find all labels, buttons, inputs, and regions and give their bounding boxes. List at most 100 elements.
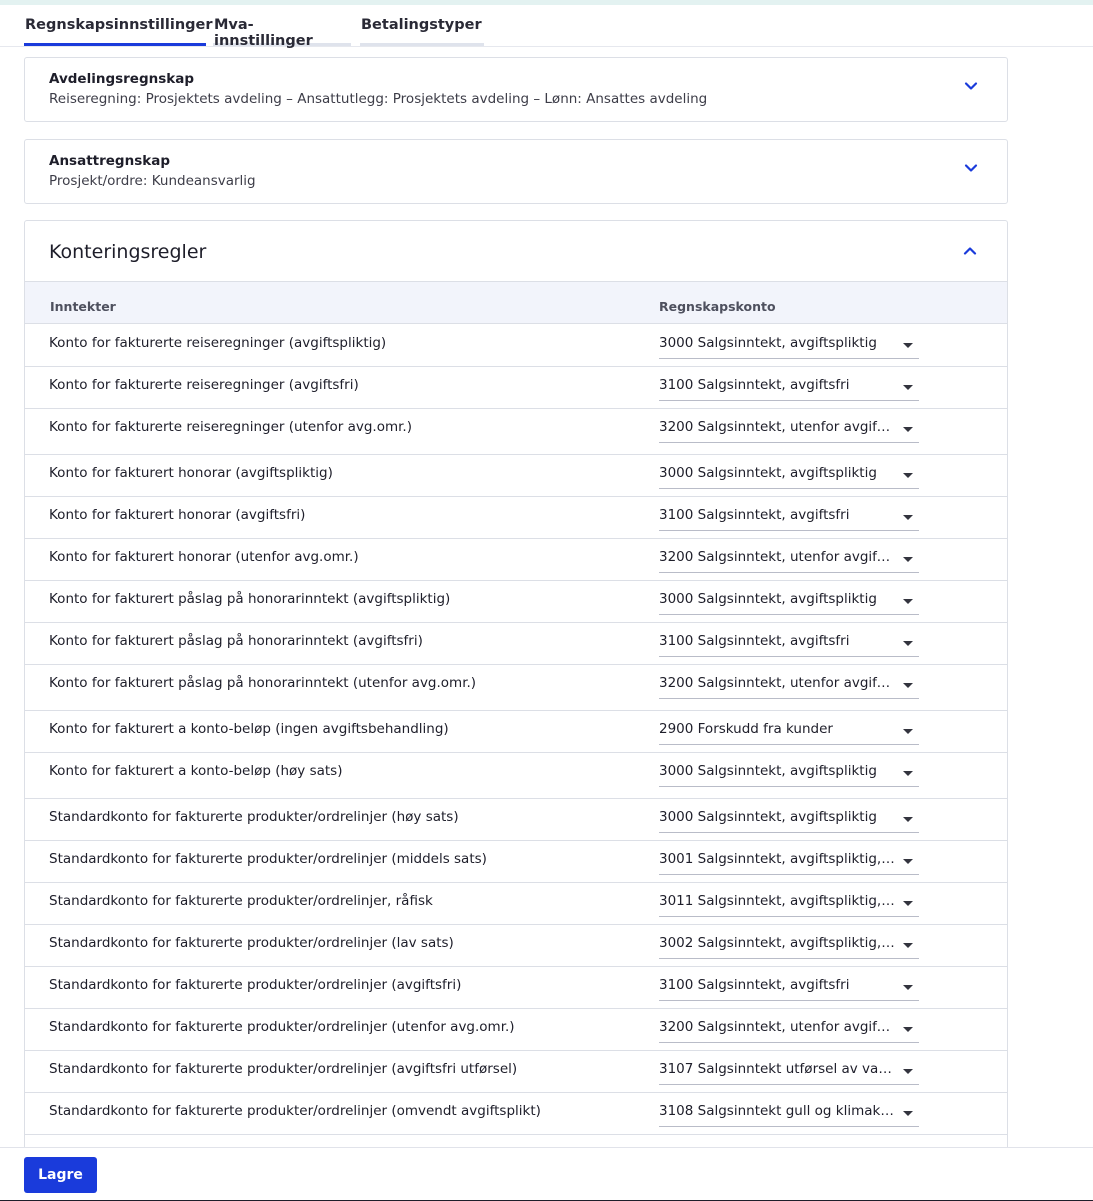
tab-label: Mva-innstillinger (214, 17, 313, 49)
chevron-up-icon[interactable] (962, 243, 978, 259)
account-select[interactable]: 2900 Forskudd fra kunder (659, 719, 919, 745)
table-row: Konto for fakturert honorar (avgiftsplik… (25, 455, 1007, 497)
account-select-value: 3000 Salgsinntekt, avgiftspliktig (659, 335, 877, 351)
table-row: Konto for fakturerte reiseregninger (avg… (25, 325, 1007, 367)
account-select-value: 3011 Salgsinntekt, avgiftspliktig, råfis… (659, 893, 895, 909)
card-summary: Reiseregning: Prosjektets avdeling – Ans… (49, 91, 708, 107)
account-select-value: 3100 Salgsinntekt, avgiftsfri (659, 507, 850, 523)
account-select-value: 3002 Salgsinntekt, avgiftspliktig, lav s… (659, 935, 895, 951)
account-select-value: 3107 Salgsinntekt utførsel av varer og t… (659, 1061, 895, 1077)
caret-down-icon[interactable] (903, 817, 913, 822)
account-select-value: 3200 Salgsinntekt, utenfor avgiftsområde… (659, 1019, 895, 1035)
caret-down-icon[interactable] (903, 385, 913, 390)
table-row: Konto for fakturert honorar (avgiftsfri)… (25, 497, 1007, 539)
row-label: Standardkonto for fakturerte produkter/o… (49, 1061, 518, 1077)
account-select-value: 3001 Salgsinntekt, avgiftspliktig, midde… (659, 851, 895, 867)
account-select[interactable]: 3200 Salgsinntekt, utenfor avgiftsområde… (659, 673, 919, 699)
account-select-value: 3100 Salgsinntekt, avgiftsfri (659, 977, 850, 993)
table-row: Konto for fakturerte reiseregninger (avg… (25, 367, 1007, 409)
account-select[interactable]: 3108 Salgsinntekt gull og klimakvoter (659, 1101, 919, 1127)
account-select[interactable]: 3000 Salgsinntekt, avgiftspliktig (659, 589, 919, 615)
tab-regnskapsinnstillinger[interactable]: Regnskapsinnstillinger (24, 5, 213, 46)
account-select-value: 3000 Salgsinntekt, avgiftspliktig (659, 763, 877, 779)
caret-down-icon[interactable] (903, 1111, 913, 1116)
table-row: Standardkonto for fakturerte produkter/o… (25, 967, 1007, 1009)
row-label: Konto for fakturert a konto-beløp (høy s… (49, 763, 343, 779)
table-row: Konto for fakturert påslag på honorarinn… (25, 581, 1007, 623)
table-row: Standardkonto for fakturerte produkter/o… (25, 883, 1007, 925)
caret-down-icon[interactable] (903, 729, 913, 734)
caret-down-icon[interactable] (903, 599, 913, 604)
account-select[interactable]: 3200 Salgsinntekt, utenfor avgiftsområde… (659, 417, 919, 443)
row-label: Konto for fakturert honorar (avgiftsplik… (49, 465, 333, 481)
ansattregnskap-card[interactable]: Ansattregnskap Prosjekt/ordre: Kundeansv… (24, 139, 1008, 204)
row-label: Konto for fakturerte reiseregninger (ute… (49, 419, 412, 435)
card-title: Avdelingsregnskap (49, 71, 195, 87)
table-row: Konto for fakturerte reiseregninger (ute… (25, 409, 1007, 455)
account-select[interactable]: 3200 Salgsinntekt, utenfor avgiftsområde… (659, 1017, 919, 1043)
row-label: Standardkonto for fakturerte produkter/o… (49, 977, 462, 993)
tab-betalingstyper[interactable]: Betalingstyper (360, 5, 484, 46)
account-select-value: 3200 Salgsinntekt, utenfor avgiftsområde… (659, 549, 895, 565)
row-label: Konto for fakturerte reiseregninger (avg… (49, 377, 359, 393)
caret-down-icon[interactable] (903, 557, 913, 562)
column-header-inntekter: Inntekter (50, 299, 116, 314)
caret-down-icon[interactable] (903, 343, 913, 348)
row-label: Konto for fakturert a konto-beløp (ingen… (49, 721, 449, 737)
table-row: Konto for fakturert påslag på honorarinn… (25, 665, 1007, 711)
account-select[interactable]: 3000 Salgsinntekt, avgiftspliktig (659, 807, 919, 833)
tab-label: Betalingstyper (361, 17, 482, 33)
caret-down-icon[interactable] (903, 473, 913, 478)
caret-down-icon[interactable] (903, 1069, 913, 1074)
caret-down-icon[interactable] (903, 859, 913, 864)
table-row: Standardkonto for fakturerte produkter/o… (25, 1093, 1007, 1135)
account-select[interactable]: 3000 Salgsinntekt, avgiftspliktig (659, 761, 919, 787)
card-summary: Prosjekt/ordre: Kundeansvarlig (49, 173, 256, 189)
row-label: Konto for fakturert påslag på honorarinn… (49, 591, 451, 607)
account-select[interactable]: 3002 Salgsinntekt, avgiftspliktig, lav s… (659, 933, 919, 959)
account-select[interactable]: 3107 Salgsinntekt utførsel av varer og t… (659, 1059, 919, 1085)
account-select-value: 2900 Forskudd fra kunder (659, 721, 833, 737)
tab-mva-innstillinger[interactable]: Mva-innstillinger (213, 5, 351, 49)
konteringsregler-card: Konteringsregler Inntekter Regnskapskont… (24, 220, 1008, 1160)
account-select[interactable]: 3001 Salgsinntekt, avgiftspliktig, midde… (659, 849, 919, 875)
caret-down-icon[interactable] (903, 771, 913, 776)
tab-label: Regnskapsinnstillinger (25, 17, 213, 33)
account-select[interactable]: 3011 Salgsinntekt, avgiftspliktig, råfis… (659, 891, 919, 917)
caret-down-icon[interactable] (903, 1027, 913, 1032)
account-select[interactable]: 3200 Salgsinntekt, utenfor avgiftsområde… (659, 547, 919, 573)
caret-down-icon[interactable] (903, 427, 913, 432)
account-select-value: 3000 Salgsinntekt, avgiftspliktig (659, 465, 877, 481)
account-select[interactable]: 3000 Salgsinntekt, avgiftspliktig (659, 333, 919, 359)
settings-tabs: Regnskapsinnstillinger Mva-innstillinger… (0, 5, 1093, 49)
table-row: Konto for fakturert a konto-beløp (ingen… (25, 711, 1007, 753)
account-select[interactable]: 3100 Salgsinntekt, avgiftsfri (659, 375, 919, 401)
avdelingsregnskap-card[interactable]: Avdelingsregnskap Reiseregning: Prosjekt… (24, 57, 1008, 122)
row-label: Konto for fakturert påslag på honorarinn… (49, 633, 423, 649)
row-label: Standardkonto for fakturerte produkter/o… (49, 893, 433, 909)
account-select[interactable]: 3100 Salgsinntekt, avgiftsfri (659, 505, 919, 531)
row-label: Konto for fakturerte reiseregninger (avg… (49, 335, 387, 351)
account-select-value: 3200 Salgsinntekt, utenfor avgiftsområde… (659, 419, 895, 435)
row-label: Standardkonto for fakturerte produkter/o… (49, 1103, 541, 1119)
table-header: Inntekter Regnskapskonto (25, 281, 1007, 324)
account-select-value: 3200 Salgsinntekt, utenfor avgiftsområde… (659, 675, 895, 691)
chevron-down-icon[interactable] (963, 160, 979, 176)
caret-down-icon[interactable] (903, 515, 913, 520)
account-select[interactable]: 3100 Salgsinntekt, avgiftsfri (659, 975, 919, 1001)
caret-down-icon[interactable] (903, 683, 913, 688)
column-header-regnskapskonto: Regnskapskonto (659, 299, 776, 314)
row-label: Konto for fakturert honorar (avgiftsfri) (49, 507, 306, 523)
account-select[interactable]: 3100 Salgsinntekt, avgiftsfri (659, 631, 919, 657)
caret-down-icon[interactable] (903, 641, 913, 646)
chevron-down-icon[interactable] (963, 78, 979, 94)
account-select-value: 3100 Salgsinntekt, avgiftsfri (659, 633, 850, 649)
save-button[interactable]: Lagre (24, 1157, 97, 1193)
caret-down-icon[interactable] (903, 943, 913, 948)
caret-down-icon[interactable] (903, 985, 913, 990)
table-row: Standardkonto for fakturerte produkter/o… (25, 841, 1007, 883)
account-select-value: 3000 Salgsinntekt, avgiftspliktig (659, 809, 877, 825)
account-select[interactable]: 3000 Salgsinntekt, avgiftspliktig (659, 463, 919, 489)
caret-down-icon[interactable] (903, 901, 913, 906)
row-label: Standardkonto for fakturerte produkter/o… (49, 1019, 515, 1035)
